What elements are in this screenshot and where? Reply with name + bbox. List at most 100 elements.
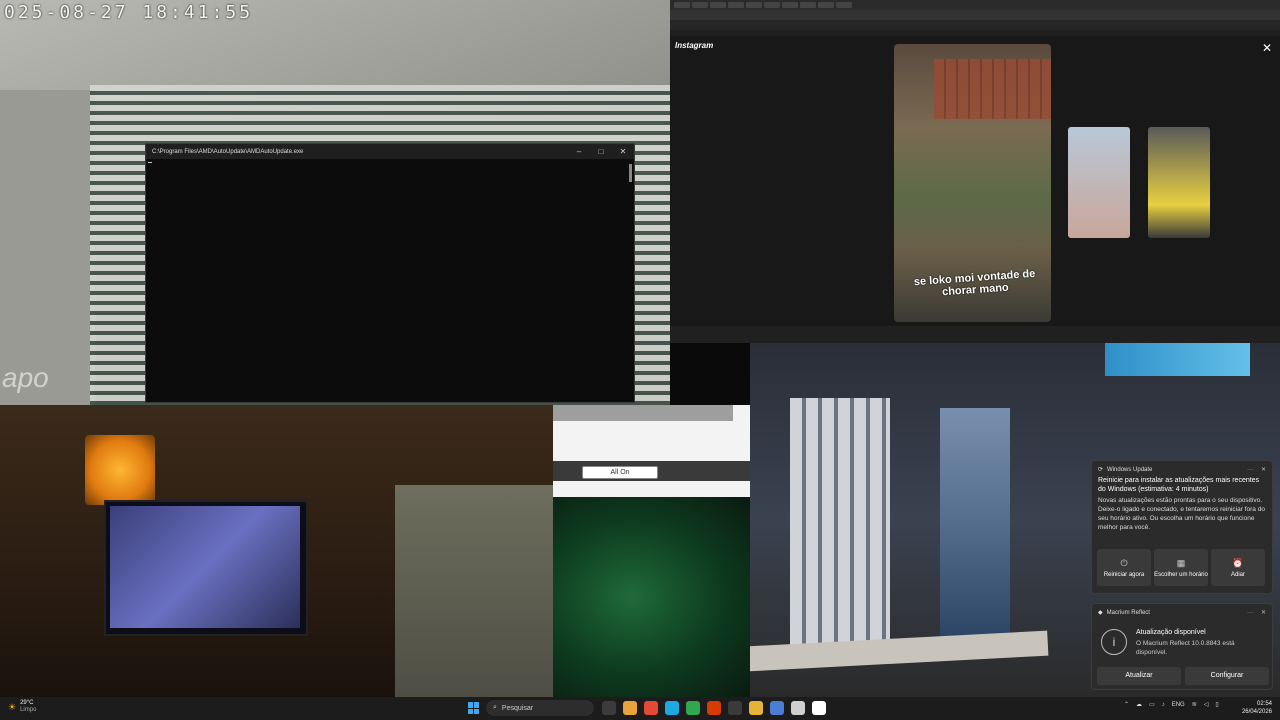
- taskbar-app-icon[interactable]: [812, 701, 826, 715]
- maximize-button[interactable]: □: [590, 147, 612, 156]
- info-icon: i: [1101, 629, 1127, 655]
- story-close-icon[interactable]: ✕: [1262, 41, 1272, 55]
- weather-widget[interactable]: ☀ 29°C Limpo: [8, 700, 36, 714]
- browser-tab[interactable]: [728, 2, 744, 8]
- taskbar-app-icon[interactable]: [770, 701, 784, 715]
- taskbar-app-icon[interactable]: [707, 701, 721, 715]
- language-indicator[interactable]: ENG: [1172, 702, 1185, 708]
- close-icon[interactable]: ✕: [1261, 609, 1266, 616]
- browser-tab[interactable]: [836, 2, 852, 8]
- browser-tab[interactable]: [818, 2, 834, 8]
- instagram-logo[interactable]: Instagram: [675, 41, 713, 50]
- story-photo-buildings: [934, 59, 1051, 119]
- monitor-screen: [110, 506, 300, 628]
- lamp: [85, 435, 155, 505]
- taskbar-app-icon[interactable]: [665, 701, 679, 715]
- taskbar-app-icon[interactable]: [686, 701, 700, 715]
- console-titlebar[interactable]: C:\Program Files\AMD\AutoUpdate\AMDAutoU…: [146, 144, 634, 159]
- instagram-story-viewer: Instagram ✕ se loko moi vontade de chora…: [670, 36, 1280, 326]
- next-story-thumbnail[interactable]: [1148, 127, 1210, 238]
- pinned-apps: [602, 701, 826, 715]
- battery-icon[interactable]: ▯: [1215, 701, 1218, 708]
- camera-feed-green: [553, 497, 750, 697]
- start-logo-square: [474, 708, 479, 714]
- clock-time: 02:54: [1256, 701, 1272, 707]
- search-icon: ⌕: [493, 704, 497, 711]
- system-clock[interactable]: 02:54 26/04/2026: [1236, 700, 1272, 716]
- settings-panel: All On: [553, 405, 750, 497]
- panel-header-bar: [553, 405, 733, 421]
- browser-tab[interactable]: [764, 2, 780, 8]
- notification-app-name: Macrium Reflect: [1106, 609, 1150, 616]
- bookmarks-bar[interactable]: [670, 20, 1280, 30]
- calendar-icon: ▦: [1176, 557, 1186, 568]
- power-icon: ⏻: [1120, 557, 1128, 568]
- more-options-icon[interactable]: ···: [1247, 610, 1253, 616]
- macrium-reflect-notification[interactable]: ◆ Macrium Reflect ··· ✕ i Atualização di…: [1091, 603, 1273, 690]
- taskbar-app-icon[interactable]: [749, 701, 763, 715]
- notification-body: Novas atualizações estão prontas para o …: [1098, 497, 1265, 531]
- clock-date: 26/04/2026: [1241, 709, 1272, 715]
- button-label: Reiniciar agora: [1103, 571, 1145, 578]
- start-logo-square: [468, 708, 473, 714]
- weather-temperature: 29°C: [20, 700, 34, 706]
- close-icon[interactable]: ✕: [1261, 466, 1266, 473]
- wifi-icon[interactable]: ≋: [1192, 701, 1197, 708]
- notification-title: Reinicie para instalar as atualizações m…: [1098, 477, 1260, 493]
- taskbar-app-icon[interactable]: [728, 701, 742, 715]
- weather-condition: Limpo: [20, 707, 37, 713]
- configure-button[interactable]: Configurar: [1185, 667, 1269, 685]
- minimize-button[interactable]: –: [568, 147, 590, 156]
- story-media[interactable]: se loko moi vontade de chorar mano: [894, 44, 1051, 322]
- postpone-button[interactable]: ⏰ Adiar: [1211, 549, 1265, 586]
- window: [940, 408, 1010, 638]
- browser-tab[interactable]: [782, 2, 798, 8]
- browser-tab[interactable]: [710, 2, 726, 8]
- network-icon[interactable]: ▭: [1149, 701, 1155, 708]
- taskbar-app-icon[interactable]: [644, 701, 658, 715]
- taskbar-app-icon[interactable]: [623, 701, 637, 715]
- next-story-thumbnail[interactable]: [1068, 127, 1130, 238]
- notification-title: Atualização disponível: [1136, 629, 1206, 636]
- taskbar-app-icon[interactable]: [791, 701, 805, 715]
- start-logo-square: [468, 702, 473, 708]
- notification-app-name: Windows Update: [1107, 466, 1153, 473]
- start-logo-square: [474, 702, 479, 708]
- choose-time-button[interactable]: ▦ Escolher um horário: [1154, 549, 1208, 586]
- taskbar-search[interactable]: ⌕ Pesquisar: [486, 700, 594, 716]
- volume-icon[interactable]: ◁: [1204, 701, 1209, 708]
- search-placeholder: Pesquisar: [501, 704, 534, 712]
- console-scrollbar[interactable]: [629, 164, 632, 182]
- close-button[interactable]: ✕: [612, 147, 634, 156]
- all-on-button[interactable]: All On: [582, 466, 658, 479]
- taskbar-app-icon[interactable]: [602, 701, 616, 715]
- weather-icon: ☀: [8, 701, 17, 712]
- browser-tab[interactable]: [674, 2, 690, 8]
- system-tray: ⌃ ☁ ▭ ♪ ENG ≋ ◁ ▯: [1124, 701, 1219, 709]
- remote-taskbar: [670, 326, 1280, 343]
- browser-tab-strip[interactable]: [670, 0, 1280, 10]
- microphone-icon[interactable]: ♪: [1162, 702, 1165, 708]
- browser-tab[interactable]: [746, 2, 762, 8]
- browser-tab[interactable]: [692, 2, 708, 8]
- browser-window[interactable]: Instagram ✕ se loko moi vontade de chora…: [670, 0, 1280, 343]
- restart-now-button[interactable]: ⏻ Reiniciar agora: [1097, 549, 1151, 586]
- camera-timestamp: 025-08-27 18:41:55: [4, 2, 254, 23]
- clock-icon: ⏰: [1232, 557, 1244, 568]
- start-button[interactable]: [468, 702, 480, 714]
- macrium-icon: ◆: [1098, 610, 1103, 616]
- cloud-icon[interactable]: ☁: [1136, 701, 1142, 708]
- windows-update-icon: ⟳: [1098, 467, 1104, 473]
- button-label: Escolher um horário: [1154, 571, 1208, 578]
- browser-tab[interactable]: [800, 2, 816, 8]
- notification-body: O Macrium Reflect 10.0.8843 está disponí…: [1136, 640, 1235, 656]
- chevron-up-icon[interactable]: ⌃: [1124, 701, 1129, 708]
- story-caption: se loko moi vontade de chorar mano: [913, 267, 1036, 299]
- amd-autoupdate-console-window[interactable]: C:\Program Files\AMD\AutoUpdate\AMDAutoU…: [145, 143, 635, 403]
- more-options-icon[interactable]: ···: [1247, 467, 1253, 473]
- taskbar: ☀ 29°C Limpo ⌕ Pesquisar ⌃ ☁ ▭ ♪ ENG ≋ ◁…: [0, 697, 1280, 720]
- address-bar[interactable]: [670, 10, 1280, 20]
- glass-door: [790, 398, 890, 648]
- windows-update-notification[interactable]: ⟳ Windows Update ··· ✕ Reinicie para ins…: [1091, 460, 1273, 594]
- update-button[interactable]: Atualizar: [1097, 667, 1181, 685]
